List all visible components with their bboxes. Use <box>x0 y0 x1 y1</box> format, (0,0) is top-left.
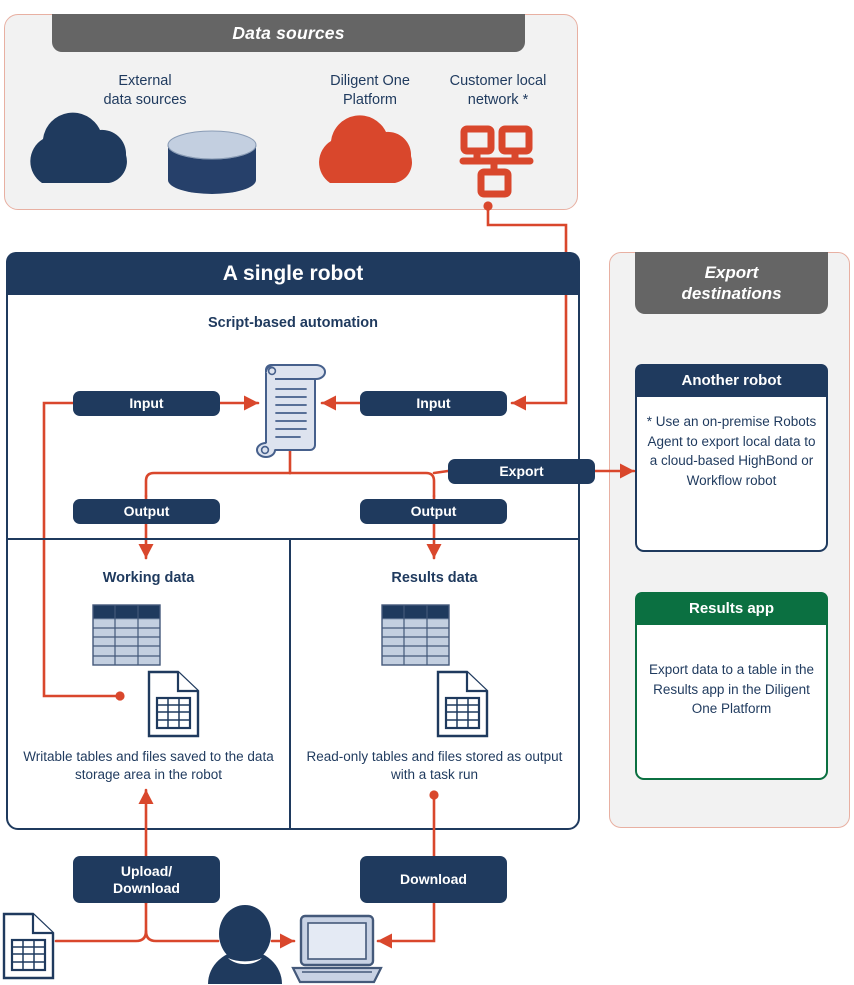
pill-input-left[interactable]: Input <box>73 391 220 416</box>
pill-input-left-label: Input <box>129 395 164 411</box>
pill-download[interactable]: Download <box>360 856 507 903</box>
cloud-red-icon <box>319 115 412 183</box>
spreadsheet-file-icon <box>2 912 55 980</box>
data-table-icon <box>92 604 161 666</box>
pill-output-left[interactable]: Output <box>73 499 220 524</box>
pill-export[interactable]: Export <box>448 459 595 484</box>
pill-input-right[interactable]: Input <box>360 391 507 416</box>
pill-download-only-label: Download <box>400 871 467 887</box>
network-icon <box>459 125 534 198</box>
laptop-icon <box>291 914 383 984</box>
pill-export-label: Export <box>499 463 544 479</box>
pill-output-right[interactable]: Output <box>360 499 507 524</box>
spreadsheet-file-icon <box>147 670 200 738</box>
data-table-icon <box>381 604 450 666</box>
spreadsheet-file-icon <box>436 670 489 738</box>
scroll-script-icon <box>255 364 327 459</box>
pill-upload-download[interactable]: Upload/ Download <box>73 856 220 903</box>
icon-layer <box>2 112 534 984</box>
pill-input-right-label: Input <box>416 395 451 411</box>
pill-output-right-label: Output <box>410 503 457 519</box>
cloud-icon <box>30 112 127 183</box>
database-cylinder-icon <box>167 130 257 194</box>
pill-upload-label: Upload/ <box>120 862 173 879</box>
pill-output-left-label: Output <box>123 503 170 519</box>
user-person-icon <box>208 905 282 984</box>
pill-download-label: Download <box>113 879 180 896</box>
diagram-canvas: Data sources External data sources Dilig… <box>0 0 854 985</box>
